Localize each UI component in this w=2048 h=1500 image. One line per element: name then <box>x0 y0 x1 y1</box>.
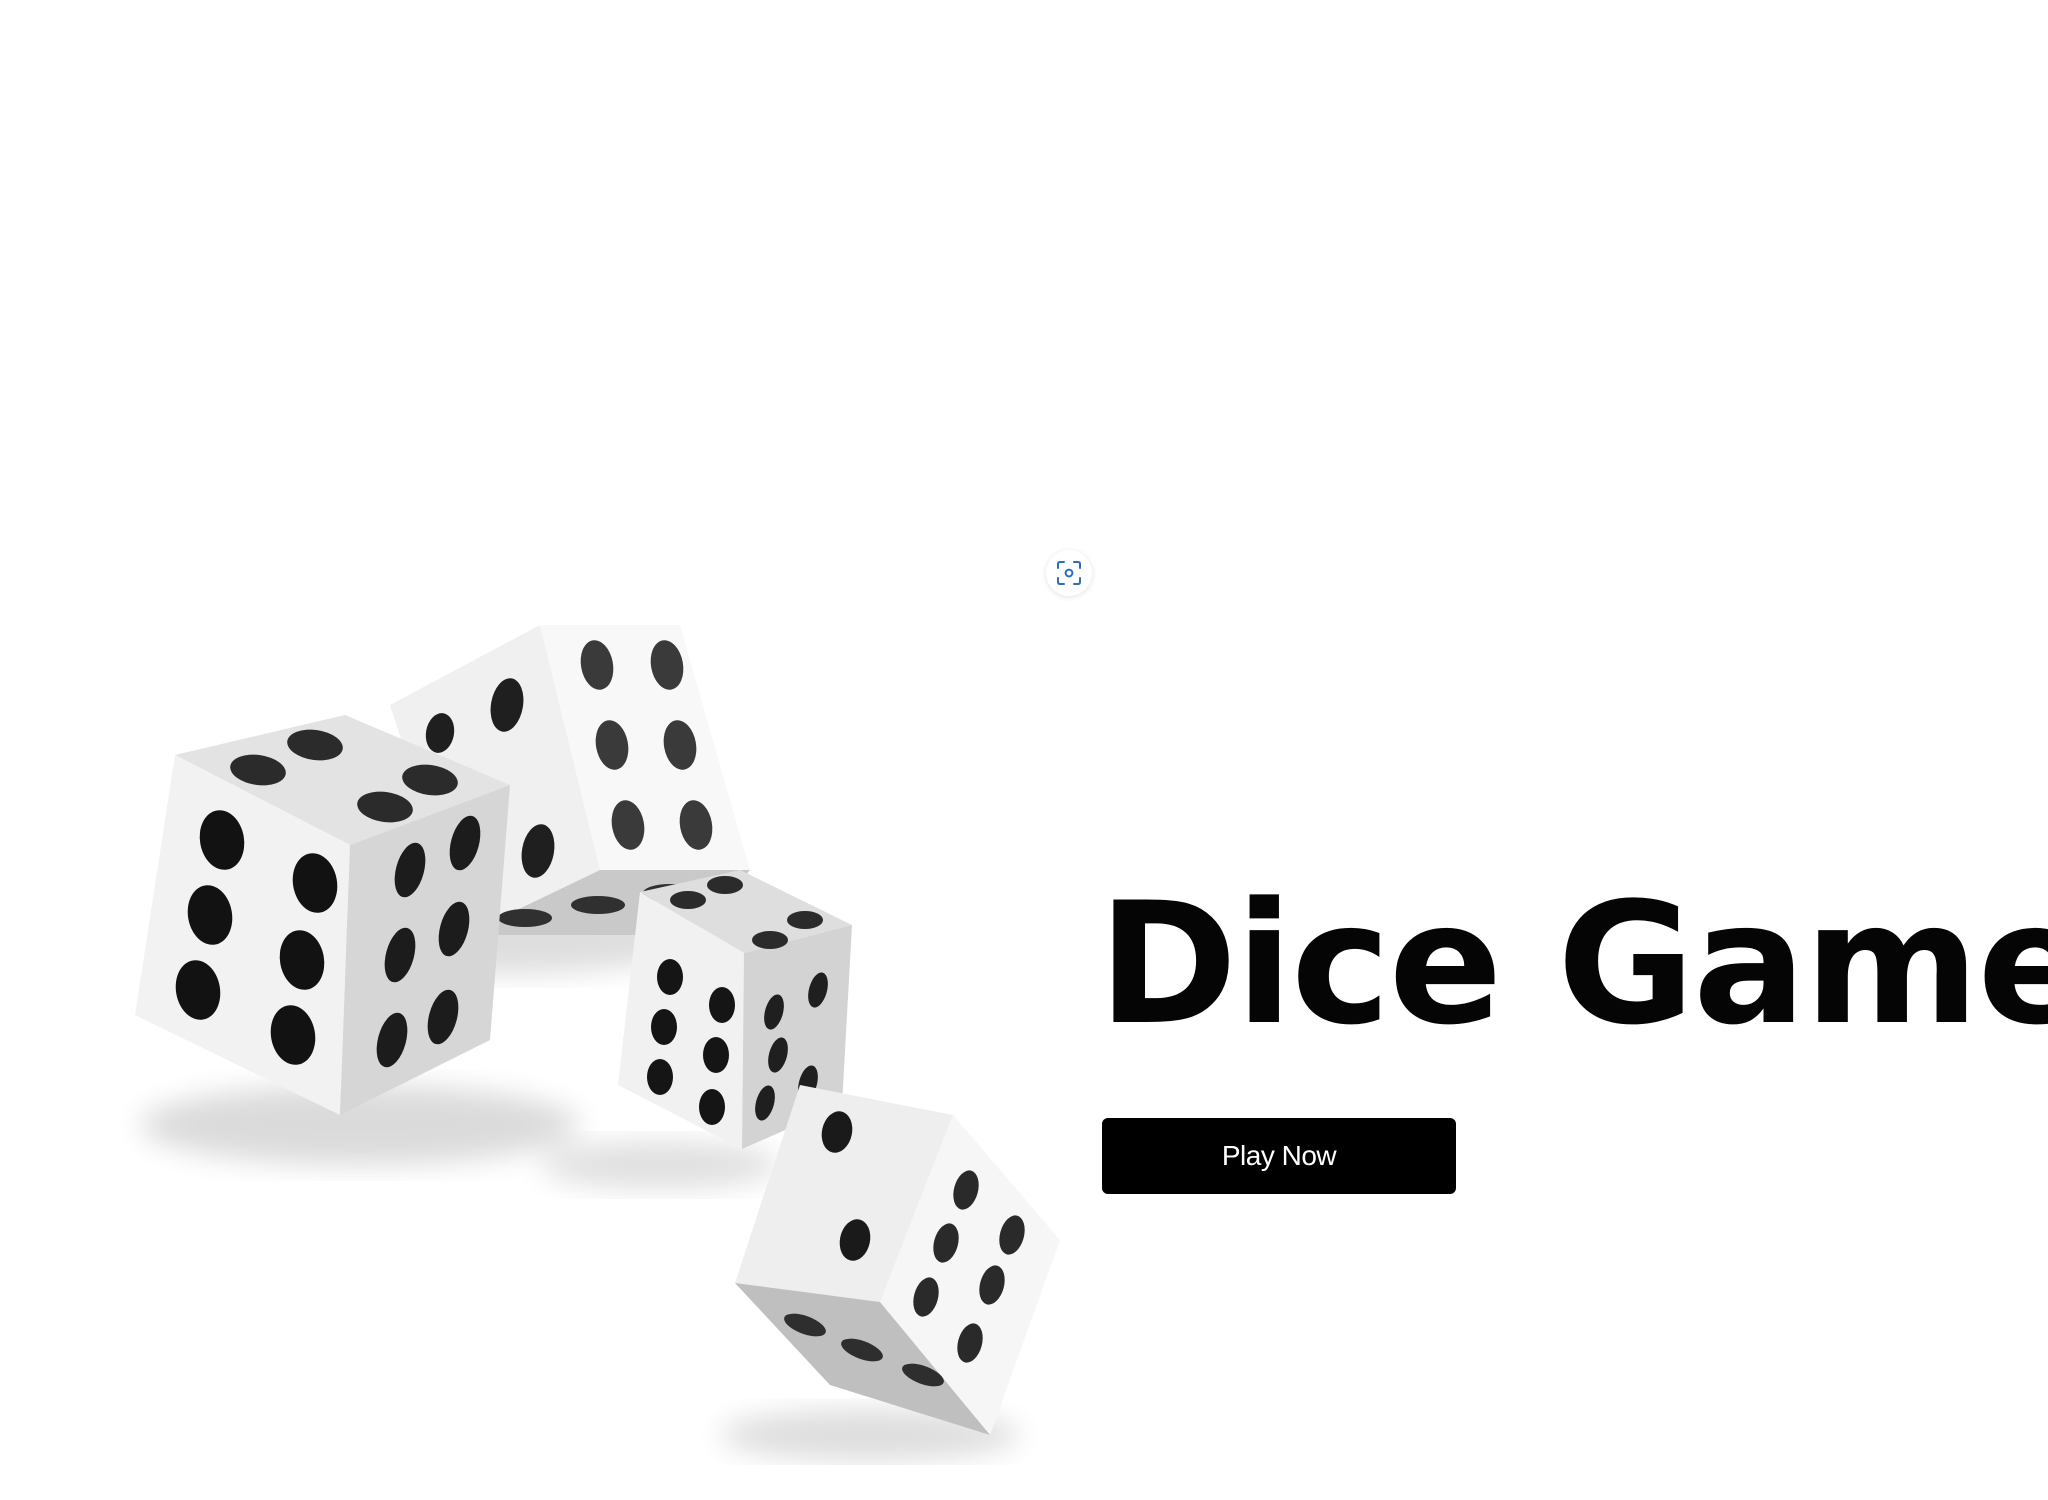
dice-illustration <box>135 625 1060 1461</box>
scan-icon-button[interactable] <box>1046 550 1092 596</box>
play-now-button[interactable]: Play Now <box>1102 1118 1456 1194</box>
page: Dice Game Play Now <box>0 0 2048 1500</box>
page-title: Dice Game <box>1098 866 2048 1062</box>
scan-icon <box>1057 561 1081 585</box>
die-bottom <box>720 1085 1060 1461</box>
